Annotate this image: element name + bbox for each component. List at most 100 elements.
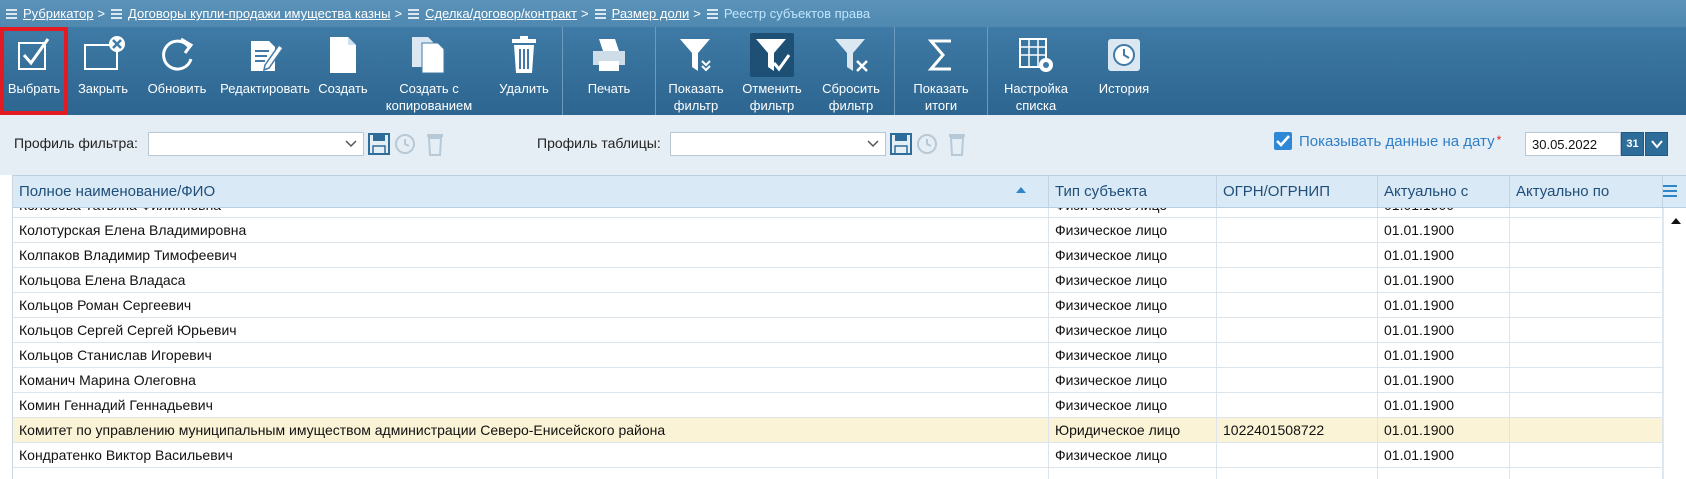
print-button[interactable]: Печать xyxy=(563,27,655,115)
breadcrumb: Рубрикатор > Договоры купли-продажи имущ… xyxy=(0,0,1686,27)
restore-profile-icon[interactable] xyxy=(393,131,417,157)
filter-cancel-icon xyxy=(750,33,794,77)
breadcrumb-item-share[interactable]: Размер доли > xyxy=(594,6,707,21)
table-row[interactable]: Кольцов Станислав Игоревич Физическое лиц… xyxy=(13,343,1663,368)
cell-name: Кондратенко Виктор Васильевич xyxy=(13,443,1049,467)
sort-ascending-icon xyxy=(1016,187,1026,193)
breadcrumb-link[interactable]: Размер доли xyxy=(612,6,690,21)
breadcrumb-link[interactable]: Сделка/договор/контракт xyxy=(425,6,577,21)
breadcrumb-item-contracts[interactable]: Договоры купли-продажи имущества казны > xyxy=(111,6,408,21)
show-on-date-text: Показывать данные на дату xyxy=(1299,133,1495,150)
reset-filter-button[interactable]: Сбросить фильтр xyxy=(808,27,894,115)
table-row[interactable]: Комин Геннадий Геннадьевич Физическое лиц… xyxy=(13,393,1663,418)
cell-to xyxy=(1510,343,1663,367)
toolbar-group-totals: Показать итоги xyxy=(895,27,988,115)
cell-name: Кольцова Елена Владаса xyxy=(13,268,1049,292)
column-header-type[interactable]: Тип субъекта xyxy=(1049,176,1217,207)
printer-icon xyxy=(587,33,631,77)
cell-name: Колотурская Елена Владимировна xyxy=(13,218,1049,242)
table-row[interactable]: Кольцов Роман Сергеевич Физическое лицо 01… xyxy=(13,293,1663,318)
edit-document-icon xyxy=(243,33,287,77)
vertical-scrollbar[interactable] xyxy=(1663,208,1686,479)
breadcrumb-link[interactable]: Рубрикатор xyxy=(23,6,93,21)
table-row[interactable]: Команич Марина Олеговна Физическое лицо 01… xyxy=(13,368,1663,393)
save-table-profile-icon[interactable] xyxy=(889,131,913,157)
subjects-grid: Полное наименование/ФИО Тип субъекта ОГР… xyxy=(12,175,1686,479)
history-button[interactable]: История xyxy=(1084,27,1164,115)
date-dropdown-button[interactable] xyxy=(1645,132,1668,156)
table-row[interactable]: Кольцова Елена Владаса Физическое лицо 01.… xyxy=(13,268,1663,293)
delete-button[interactable]: Удалить xyxy=(486,27,562,115)
refresh-button[interactable]: Обновить xyxy=(138,27,216,115)
breadcrumb-item-rubricator[interactable]: Рубрикатор > xyxy=(6,6,111,21)
grid-rows: Колосова Татьяна ФилипповнаФизическое ли… xyxy=(13,208,1663,479)
cell-from: 01.01.1900 xyxy=(1378,318,1510,342)
cell-name: Команич Марина Олеговна xyxy=(13,368,1049,392)
cell-ogrn xyxy=(1217,218,1378,242)
cell-ogrn xyxy=(1217,293,1378,317)
new-document-icon xyxy=(321,33,365,77)
cell-name xyxy=(13,468,1049,479)
column-menu-icon[interactable] xyxy=(1663,185,1677,199)
table-profile-select[interactable] xyxy=(670,132,886,156)
column-header-label: ОГРН/ОГРНИП xyxy=(1223,183,1330,200)
breadcrumb-item-deal[interactable]: Сделка/договор/контракт > xyxy=(408,6,595,21)
column-header-label: Актуально с xyxy=(1384,183,1469,200)
show-on-date-checkbox[interactable] xyxy=(1274,132,1292,150)
table-row[interactable]: Комитет по управлению муниципальным имущ… xyxy=(13,418,1663,443)
create-copy-button[interactable]: Создать с копированием xyxy=(372,27,486,115)
select-button-label: Выбрать xyxy=(7,81,61,96)
show-totals-button-label: Показать итоги xyxy=(913,81,969,113)
delete-profile-icon[interactable] xyxy=(423,131,447,157)
column-header-from[interactable]: Актуально с xyxy=(1378,176,1510,207)
scroll-up-icon[interactable] xyxy=(1671,218,1681,224)
filter-profile-select[interactable] xyxy=(148,132,364,156)
show-filter-button-label: Показать фильтр xyxy=(668,81,724,113)
cell-type: Физическое лицо xyxy=(1049,318,1217,342)
delete-table-profile-icon[interactable] xyxy=(945,131,969,157)
cell-to xyxy=(1510,243,1663,267)
column-header-ogrn[interactable]: ОГРН/ОГРНИП xyxy=(1217,176,1378,207)
select-button[interactable]: Выбрать xyxy=(0,27,68,115)
edit-button-label: Редактировать xyxy=(220,81,310,96)
show-totals-button[interactable]: Показать итоги xyxy=(895,27,987,115)
date-input[interactable]: 30.05.2022 xyxy=(1525,132,1621,156)
list-icon xyxy=(408,8,420,19)
trash-icon xyxy=(502,33,546,77)
cell-to xyxy=(1510,468,1663,479)
cell-ogrn: 1022401508722 xyxy=(1217,418,1378,442)
restore-table-profile-icon[interactable] xyxy=(915,131,939,157)
breadcrumb-separator: > xyxy=(394,6,403,21)
toolbar-group-main: Выбрать Закрыть Обновить Редактировать С… xyxy=(0,27,563,115)
list-settings-button[interactable]: Настройка списка xyxy=(988,27,1084,115)
calendar-button[interactable]: 31 xyxy=(1621,132,1644,156)
show-filter-button[interactable]: Показать фильтр xyxy=(656,27,736,115)
cell-ogrn xyxy=(1217,208,1378,217)
table-profile-label: Профиль таблицы: xyxy=(537,135,661,151)
table-row[interactable]: Кольцов Сергей Сергей Юрьевич Физическое … xyxy=(13,318,1663,343)
edit-button[interactable]: Редактировать xyxy=(216,27,314,115)
table-row[interactable]: Колосова Татьяна ФилипповнаФизическое ли… xyxy=(13,208,1663,218)
table-row[interactable] xyxy=(13,468,1663,479)
column-header-label: Тип субъекта xyxy=(1055,183,1147,200)
cancel-filter-button[interactable]: Отменить фильтр xyxy=(736,27,808,115)
cell-type: Физическое лицо xyxy=(1049,243,1217,267)
cell-ogrn xyxy=(1217,268,1378,292)
grid-header: Полное наименование/ФИО Тип субъекта ОГР… xyxy=(13,175,1686,208)
save-profile-icon[interactable] xyxy=(367,131,391,157)
history-icon xyxy=(1102,33,1146,77)
column-header-name[interactable]: Полное наименование/ФИО xyxy=(13,176,1049,207)
cell-type: Физическое лицо xyxy=(1049,368,1217,392)
table-row[interactable]: Колотурская Елена Владимировна Физическое… xyxy=(13,218,1663,243)
breadcrumb-link[interactable]: Договоры купли-продажи имущества казны xyxy=(128,6,390,21)
create-button[interactable]: Создать xyxy=(314,27,372,115)
breadcrumb-item-current: Реестр субъектов права xyxy=(706,6,870,21)
toolbar-group-settings: Настройка списка История xyxy=(988,27,1164,115)
cell-from: 01.01.1900 xyxy=(1378,343,1510,367)
column-header-to[interactable]: Актуально по xyxy=(1510,176,1663,207)
filter-panel: Профиль фильтра: Профиль таблицы: Показы… xyxy=(0,115,1686,175)
cell-ogrn xyxy=(1217,343,1378,367)
close-button[interactable]: Закрыть xyxy=(68,27,138,115)
table-row[interactable]: Кондратенко Виктор Васильевич Физическое … xyxy=(13,443,1663,468)
table-row[interactable]: Колпаков Владимир Тимофеевич Физическое л… xyxy=(13,243,1663,268)
